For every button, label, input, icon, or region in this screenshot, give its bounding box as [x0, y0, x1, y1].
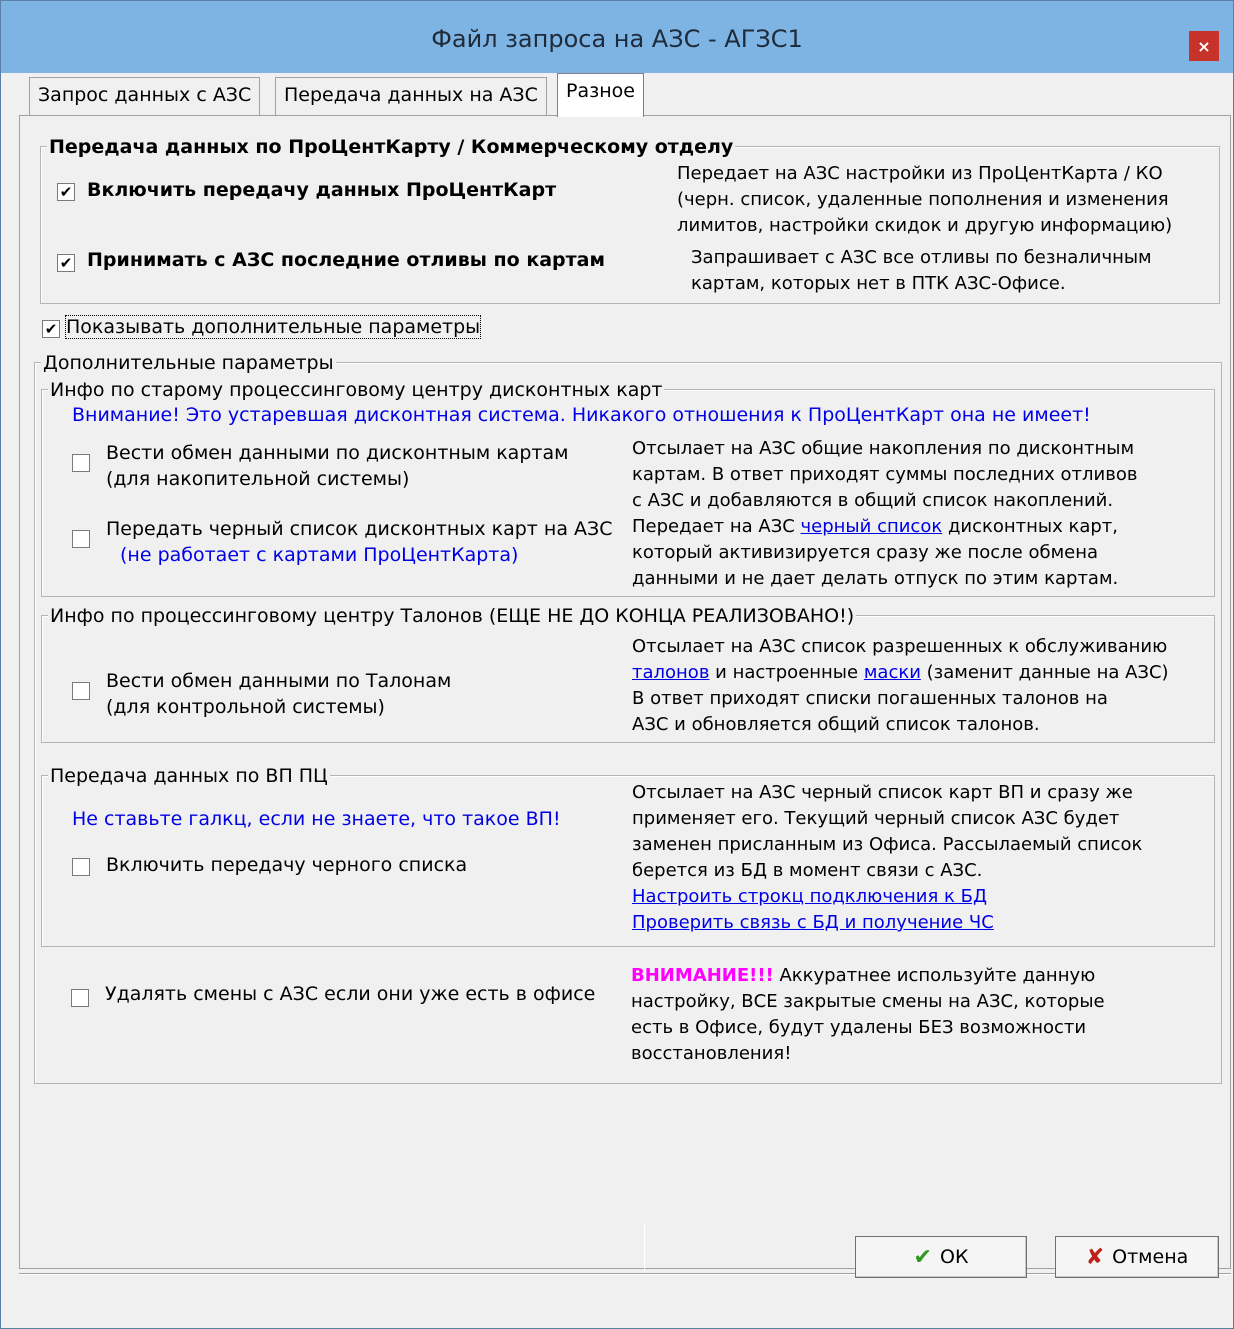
discount-blacklist-desc: Передает на АЗС черный список дисконтных… [632, 516, 1119, 589]
discount-exchange-desc: Отсылает на АЗС общие накопления по диск… [632, 438, 1138, 511]
talons-desc: Отсылает на АЗС список разрешенных к обс… [632, 636, 1169, 735]
talons-link[interactable]: талонов [632, 662, 709, 683]
divider [644, 1224, 645, 1274]
discount-exchange-checkbox[interactable] [72, 454, 90, 472]
delete-shifts-warning: ВНИМАНИЕ!!! [631, 965, 774, 986]
show-extra-checkbox[interactable]: ✔ [42, 320, 60, 338]
vp-enable-checkbox[interactable] [72, 858, 90, 876]
extra-params-legend: Дополнительные параметры [41, 352, 336, 374]
procentcart-enable-desc: Передает на АЗС настройки из ПроЦентКарт… [677, 163, 1173, 236]
extra-params-group: Дополнительные параметры Инфо по старому… [34, 352, 1222, 1084]
x-icon: ✘ [1085, 1244, 1105, 1270]
vp-legend: Передача данных по ВП ПЦ [48, 765, 330, 787]
button-bar-divider [19, 1273, 1231, 1275]
cancel-button[interactable]: ✘ Отмена [1055, 1236, 1219, 1278]
checkmark-icon: ✔ [913, 1244, 932, 1270]
vp-desc: Отсылает на АЗС черный список карт ВП и … [632, 780, 1142, 936]
dialog-window: Файл запроса на АЗС - АГЗС1 × Запрос дан… [0, 0, 1234, 1329]
vp-group: Передача данных по ВП ПЦ Не ставьте галк… [41, 765, 1215, 947]
discount-blacklist-checkbox[interactable] [72, 530, 90, 548]
procentcart-receive-checkbox[interactable]: ✔ [57, 254, 75, 272]
close-button[interactable]: × [1189, 31, 1219, 61]
configure-db-link[interactable]: Настроить строкц подключения к БД [632, 884, 1142, 910]
procentcart-enable-label[interactable]: Включить передачу данных ПроЦентКарт [87, 179, 556, 201]
procentcart-legend: Передача данных по ПроЦентКарту / Коммер… [47, 136, 736, 158]
talons-exchange-label[interactable]: Вести обмен данными по Талонам (для конт… [106, 668, 451, 720]
old-center-legend: Инфо по старому процессинговому центру д… [48, 379, 665, 401]
client-area: Запрос данных с АЗС Передача данных на А… [11, 73, 1231, 1323]
delete-shifts-checkbox[interactable] [71, 989, 89, 1007]
cancel-button-label: Отмена [1112, 1246, 1189, 1268]
talons-group: Инфо по процессинговому центру Талонов (… [41, 605, 1215, 743]
tab-misc[interactable]: Разное [557, 73, 644, 117]
masks-link[interactable]: маски [864, 662, 921, 683]
ok-button[interactable]: ✔ ОК [855, 1236, 1027, 1278]
vp-warning: Не ставьте галкц, если не знаете, что та… [72, 808, 561, 830]
talons-legend: Инфо по процессинговому центру Талонов (… [48, 605, 857, 627]
window-title: Файл запроса на АЗС - АГЗС1 [431, 25, 803, 53]
check-db-link[interactable]: Проверить связь с БД и получение ЧС [632, 910, 1142, 936]
delete-shifts-desc: ВНИМАНИЕ!!! Аккуратнее используйте данну… [631, 965, 1105, 1064]
title-bar[interactable]: Файл запроса на АЗС - АГЗС1 × [1, 1, 1233, 73]
discount-exchange-label[interactable]: Вести обмен данными по дисконтным картам… [106, 440, 568, 492]
old-center-group: Инфо по старому процессинговому центру д… [41, 379, 1215, 597]
tab-panel-misc: Передача данных по ПроЦентКарту / Коммер… [19, 115, 1231, 1274]
old-center-warning: Внимание! Это устаревшая дисконтная сист… [72, 404, 1091, 426]
tab-request-data[interactable]: Запрос данных с АЗС [29, 77, 261, 115]
talons-exchange-checkbox[interactable] [72, 682, 90, 700]
blacklist-link[interactable]: черный список [801, 516, 943, 537]
procentcart-enable-checkbox[interactable]: ✔ [57, 183, 75, 201]
procentcart-receive-desc: Запрашивает с АЗС все отливы по безналич… [691, 247, 1152, 294]
procentcart-group: Передача данных по ПроЦентКарту / Коммер… [40, 136, 1220, 304]
vp-enable-label[interactable]: Включить передачу черного списка [106, 854, 467, 876]
delete-shifts-label[interactable]: Удалять смены с АЗС если они уже есть в … [105, 983, 595, 1005]
ok-button-label: ОК [939, 1246, 969, 1268]
discount-blacklist-label[interactable]: Передать черный список дисконтных карт н… [106, 516, 612, 568]
procentcart-receive-label[interactable]: Принимать с АЗС последние отливы по карт… [87, 249, 605, 271]
tab-send-data[interactable]: Передача данных на АЗС [275, 77, 547, 115]
show-extra-label[interactable]: Показывать дополнительные параметры [64, 315, 482, 339]
close-icon: × [1197, 36, 1211, 56]
